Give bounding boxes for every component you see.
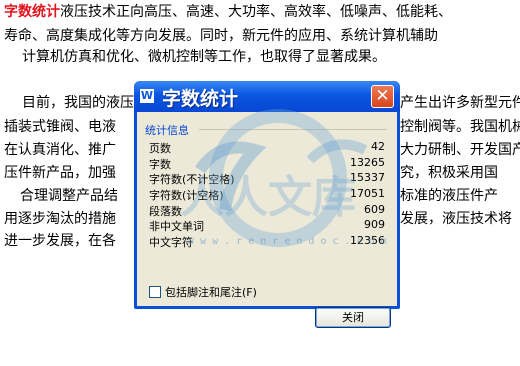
group-label: 统计信息 [145, 122, 192, 138]
stat-label: 非中文单词 [149, 220, 204, 234]
doc-line: 字数统计液压技术正向高压、高速、大功率、高效率、低噪声、低能耗、 [4, 1, 452, 21]
stat-row: 中文字符 12356 [149, 234, 385, 250]
doc-line: 进一步发展，在各 [4, 233, 116, 249]
stat-label: 页数 [149, 142, 171, 155]
doc-line-text: 液压技术正向高压、高速、大功率、高效率、低噪声、低能耗、 [60, 4, 452, 20]
stat-row: 段落数 609 [149, 203, 385, 219]
dialog-client: 统计信息 页数 42 字数 13265 字符数(不计空格) 15337 字符数(计空格… [137, 112, 397, 328]
doc-line: 合理调整产品结 [20, 188, 118, 204]
doc-line-fragment: 产生出许多新型元件 [400, 95, 520, 111]
stat-row: 字符数(不计空格) 15337 [149, 171, 385, 187]
doc-line-fragment: 控制阀等。我国机械 [400, 119, 520, 135]
dialog-title: 字数统计 [162, 88, 239, 110]
stat-row: 字符数(计空格) 17051 [149, 187, 385, 203]
stat-row: 非中文单词 909 [149, 218, 385, 234]
stat-value: 909 [364, 218, 385, 232]
stat-value: 15337 [350, 171, 385, 185]
doc-line: 压件新产品，加强 [4, 165, 116, 181]
group-divider [199, 129, 387, 130]
stat-value: 17051 [350, 187, 385, 201]
doc-line: 目前，我国的液压 [22, 95, 134, 111]
stat-row: 页数 42 [149, 140, 385, 156]
stat-label: 字符数(计空格) [149, 189, 224, 203]
stat-value: 42 [371, 140, 385, 153]
dialog-title-bar[interactable]: W 字数统计 ✕ [134, 81, 400, 112]
doc-line-fragment: 发展，液压技术将 [400, 211, 512, 227]
statistics-list: 页数 42 字数 13265 字符数(不计空格) 15337 字符数(计空格) 1705… [149, 140, 385, 250]
word-count-dialog: W 字数统计 ✕ 统计信息 页数 42 字数 13265 字符数(不计空格) 1533… [134, 81, 400, 328]
doc-line-fragment: 大力研制、开发国产 [400, 142, 520, 158]
stat-label: 段落数 [149, 204, 182, 218]
doc-line: 在认真消化、推广 [4, 142, 116, 158]
statistics-group: 统计信息 页数 42 字数 13265 字符数(不计空格) 15337 字符数(计空格… [143, 122, 387, 266]
close-dialog-button[interactable]: 关闭 [315, 307, 391, 328]
doc-heading-red: 字数统计 [4, 4, 60, 20]
stat-row: 字数 13265 [149, 156, 385, 172]
stat-value: 12356 [350, 234, 385, 248]
stat-label: 字数 [149, 157, 171, 171]
include-footnotes-label[interactable]: 包括脚注和尾注(F) [165, 284, 257, 300]
doc-line: 用逐步淘汰的措施 [4, 211, 116, 227]
stat-value: 13265 [350, 155, 385, 169]
doc-line: 插装式锥阀、电液 [4, 119, 116, 135]
stat-label: 字符数(不计空格) [149, 173, 235, 187]
stat-label: 中文字符 [149, 236, 193, 250]
word-app-icon: W [140, 89, 154, 103]
stat-value: 609 [364, 202, 385, 216]
doc-line-fragment: 标准的液压件产 [400, 188, 498, 204]
doc-line: 寿命、高度集成化等方向发展。同时，新元件的应用、系统计算机辅助 [4, 28, 438, 44]
close-icon: ✕ [375, 86, 390, 106]
close-button[interactable]: ✕ [371, 85, 394, 108]
doc-line-fragment: 究，积极采用国 [400, 165, 498, 181]
doc-line: 计算机仿真和优化、微机控制等工作，也取得了显著成果。 [22, 49, 386, 65]
include-footnotes-checkbox[interactable] [149, 286, 161, 298]
